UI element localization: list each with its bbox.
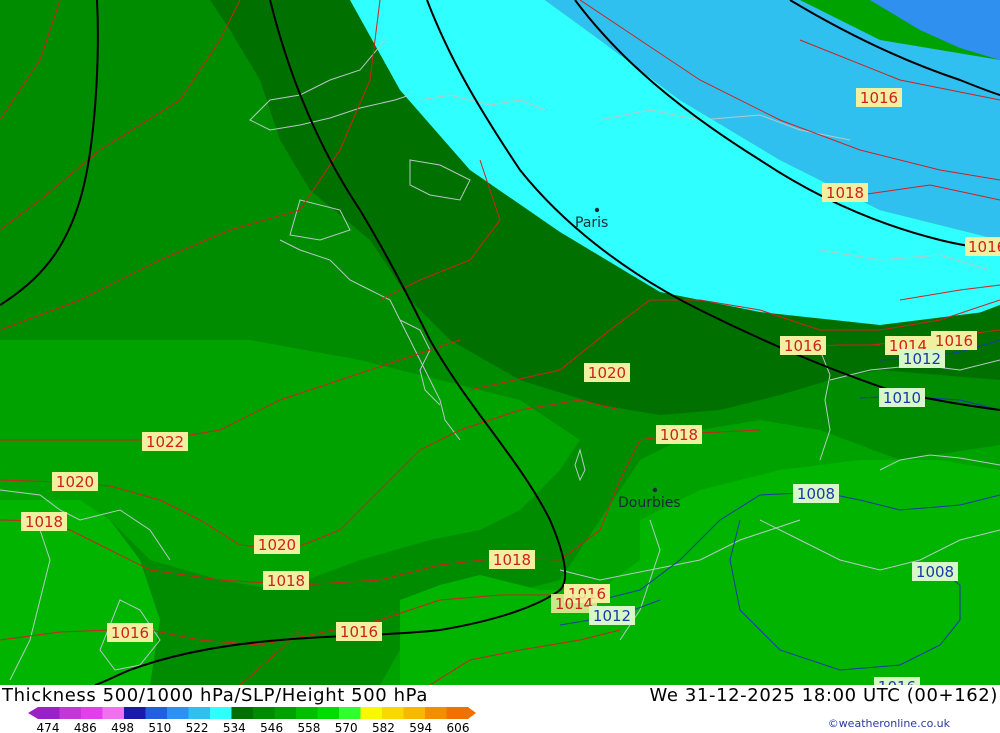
colorbar-tick-label: 534: [223, 721, 246, 733]
svg-text:1016: 1016: [111, 624, 149, 642]
svg-text:1018: 1018: [493, 551, 531, 569]
slp-label-blue: 1012: [589, 606, 635, 625]
colorbar-swatch: [446, 707, 469, 719]
thickness-colorbar: 474 486 498 510 522 534 546 558 570 582 594 606: [28, 707, 476, 733]
colorbar-swatch: [188, 707, 211, 719]
colorbar-swatch: [145, 707, 168, 719]
svg-text:1020: 1020: [258, 536, 296, 554]
svg-text:Dourbies: Dourbies: [618, 495, 681, 511]
colorbar-tick-label: 606: [447, 721, 470, 733]
colorbar-tick-label: 570: [335, 721, 358, 733]
svg-text:1008: 1008: [797, 485, 835, 503]
colorbar-tick-label: 522: [186, 721, 209, 733]
colorbar-swatch: [296, 707, 318, 719]
slp-label-blue: 1008: [793, 484, 839, 503]
slp-label: 1020: [52, 472, 98, 491]
slp-label: 1018: [489, 550, 535, 569]
svg-text:1014: 1014: [555, 595, 593, 613]
colorbar-swatch: [425, 707, 447, 719]
svg-text:1018: 1018: [826, 184, 864, 202]
slp-label-blue: 1008: [912, 562, 958, 581]
weather-map: Paris Dourbies 1016 1018 1018 1020 1018 …: [0, 0, 1000, 685]
colorbar-tick-label: 498: [111, 721, 134, 733]
slp-label-blue: 1012: [899, 349, 945, 368]
colorbar-swatch: [317, 707, 340, 719]
svg-text:1010: 1010: [883, 389, 921, 407]
slp-label: 1018: [263, 571, 309, 590]
svg-text:1018: 1018: [25, 513, 63, 531]
slp-label: 1018: [822, 183, 868, 202]
slp-label: 1016: [780, 336, 826, 355]
colorbar-tick-label: 582: [372, 721, 395, 733]
colorbar-swatch: [360, 707, 383, 719]
svg-text:Paris: Paris: [575, 215, 608, 231]
credit-link[interactable]: ©weatheronline.co.uk: [828, 717, 950, 730]
map-title: Thickness 500/1000 hPa/SLP/Height 500 hP…: [2, 685, 428, 706]
slp-label: 1018: [21, 512, 67, 531]
colorbar-tick-label: 510: [148, 721, 171, 733]
colorbar-swatch: [38, 707, 60, 719]
svg-text:1016: 1016: [340, 623, 378, 641]
slp-label: 1018: [656, 425, 702, 444]
svg-text:1012: 1012: [593, 607, 631, 625]
colorbar-swatch: [210, 707, 232, 719]
slp-label: 1020: [254, 535, 300, 554]
colorbar-swatch: [382, 707, 404, 719]
slp-label: 1016: [336, 622, 382, 641]
slp-label: 1022: [142, 432, 188, 451]
slp-label: 1020: [584, 363, 630, 382]
svg-text:1008: 1008: [916, 563, 954, 581]
colorbar-swatch: [167, 707, 189, 719]
slp-label: 1016: [107, 623, 153, 642]
colorbar-tick-label: 558: [297, 721, 320, 733]
svg-text:1016: 1016: [784, 337, 822, 355]
svg-text:1020: 1020: [56, 473, 94, 491]
svg-text:1020: 1020: [588, 364, 626, 382]
slp-label-blue: 1010: [879, 388, 925, 407]
colorbar-swatch: [403, 707, 426, 719]
colorbar-tick-label: 546: [260, 721, 283, 733]
footer: Thickness 500/1000 hPa/SLP/Height 500 hP…: [0, 685, 1000, 733]
slp-label: 1016: [856, 88, 902, 107]
svg-text:1018: 1018: [267, 572, 305, 590]
colorbar-swatch: [274, 707, 297, 719]
svg-text:1022: 1022: [146, 433, 184, 451]
colorbar-swatch: [253, 707, 275, 719]
slp-label-edge: 1016: [965, 237, 1000, 256]
svg-text:1012: 1012: [903, 350, 941, 368]
svg-text:1016: 1016: [860, 89, 898, 107]
colorbar-tick-label: 486: [74, 721, 97, 733]
svg-text:1016: 1016: [878, 678, 916, 685]
colorbar-swatch: [59, 707, 82, 719]
colorbar-left-arrow: [28, 707, 38, 719]
slp-label: 1016: [931, 331, 977, 350]
svg-text:1016: 1016: [968, 238, 1000, 256]
colorbar-swatch: [102, 707, 125, 719]
colorbar-tick-label: 594: [409, 721, 432, 733]
colorbar-swatch: [81, 707, 103, 719]
colorbar-swatch: [124, 707, 146, 719]
slp-label-partial: 1016: [874, 677, 920, 685]
svg-text:1018: 1018: [660, 426, 698, 444]
colorbar-swatch: [339, 707, 361, 719]
colorbar-swatch: [231, 707, 254, 719]
svg-text:1016: 1016: [935, 332, 973, 350]
colorbar-tick-label: 474: [37, 721, 60, 733]
colorbar-right-arrow: [468, 707, 476, 719]
forecast-datetime: We 31-12-2025 18:00 UTC (00+162): [649, 685, 998, 706]
